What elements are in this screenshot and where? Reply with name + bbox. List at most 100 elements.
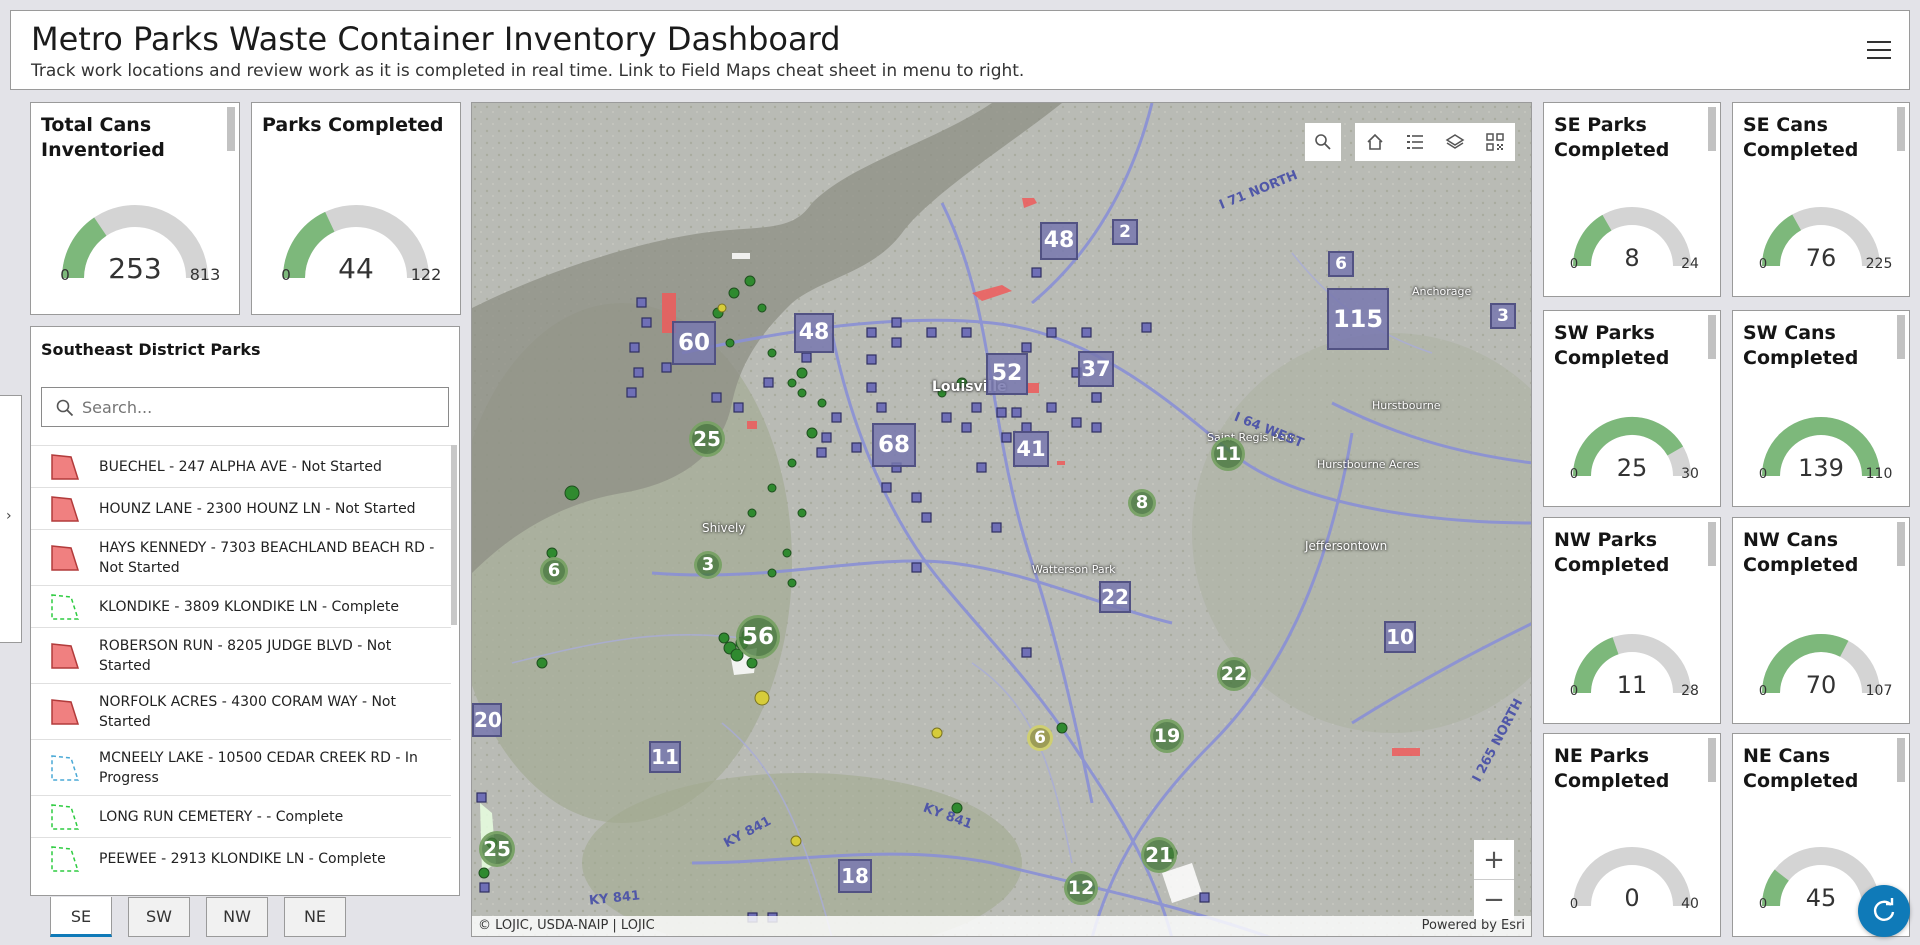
map-cluster[interactable]: 6	[1027, 725, 1053, 751]
search-input[interactable]	[82, 396, 432, 418]
zoom-control: + −	[1474, 840, 1514, 920]
district-gauge-card: SE Cans Completed 76 0 225	[1732, 102, 1910, 297]
list-item-label: ROBERSON RUN - 8205 JUDGE BLVD - Not Sta…	[99, 637, 392, 674]
map-cluster[interactable]: 37	[1078, 351, 1114, 387]
map-cluster[interactable]: 25	[479, 831, 515, 867]
gauge-svg: 11 0 28	[1570, 634, 1699, 699]
gauge-max: 122	[411, 265, 442, 284]
place-label: Watterson Park	[1032, 563, 1116, 576]
map-cluster[interactable]: 68	[872, 423, 916, 467]
map-cluster[interactable]: 3	[1490, 303, 1516, 329]
complete-symbol-icon	[51, 803, 80, 830]
card-scrollbar[interactable]	[1897, 107, 1905, 151]
map-cluster[interactable]: 12	[1064, 871, 1098, 905]
map-widget-toolbar	[1355, 123, 1515, 161]
search-box[interactable]	[41, 387, 449, 427]
gauge-max: 40	[1681, 896, 1699, 912]
district-gauge-card: NW Cans Completed 70 0 107	[1732, 517, 1910, 724]
qr-code-icon[interactable]	[1475, 123, 1515, 161]
refresh-button[interactable]	[1858, 885, 1910, 937]
map-cluster[interactable]: 3	[694, 551, 722, 579]
map-cluster[interactable]: 11	[649, 741, 681, 773]
chevron-right-icon: ›	[6, 508, 12, 524]
map-cluster[interactable]: 115	[1327, 288, 1389, 350]
map-cluster[interactable]: 41	[1013, 431, 1049, 467]
card-scrollbar[interactable]	[227, 107, 235, 151]
place-label: Hurstbourne Acres	[1317, 458, 1420, 471]
gauge-min: 0	[1759, 257, 1767, 272]
card-scrollbar[interactable]	[1708, 315, 1716, 359]
list-item[interactable]: NORFOLK ACRES - 4300 CORAM WAY - Not Sta…	[31, 683, 451, 739]
map-cluster[interactable]: 2	[1112, 219, 1138, 245]
map-cluster[interactable]: 56	[736, 615, 780, 659]
list-item[interactable]: HAYS KENNEDY - 7303 BEACHLAND BEACH RD -…	[31, 529, 451, 585]
map-cluster[interactable]: 8	[1128, 489, 1156, 517]
tab-sw[interactable]: SW	[128, 897, 190, 937]
map-cluster[interactable]: 48	[1040, 222, 1078, 260]
card-scrollbar[interactable]	[1897, 315, 1905, 359]
gauge-svg: 0 0 40	[1570, 847, 1699, 912]
zoom-in-button[interactable]: +	[1474, 840, 1514, 880]
search-icon[interactable]	[1305, 123, 1341, 161]
gauge-value: 45	[1806, 884, 1837, 912]
map-cluster[interactable]: 20	[472, 703, 502, 737]
tab-nw[interactable]: NW	[206, 897, 268, 937]
list-item-label: BUECHEL - 247 ALPHA AVE - Not Started	[99, 458, 382, 475]
gauge-min: 0	[1759, 684, 1767, 699]
map-cluster[interactable]: 6	[540, 557, 568, 585]
side-panel-toggle[interactable]: ›	[0, 395, 22, 643]
map-cluster[interactable]: 19	[1150, 719, 1184, 753]
card-scrollbar[interactable]	[1708, 738, 1716, 782]
tab-ne[interactable]: NE	[284, 897, 346, 937]
list-item[interactable]: BUECHEL - 247 ALPHA AVE - Not Started	[31, 445, 451, 487]
map-basemap	[472, 103, 1531, 936]
gauge-fill	[1762, 869, 1790, 907]
map-cluster[interactable]: 25	[689, 421, 725, 457]
map-cluster[interactable]: 22	[1217, 657, 1251, 691]
card-scrollbar[interactable]	[1708, 522, 1716, 566]
tab-se[interactable]: SE	[50, 897, 112, 937]
place-label: Anchorage	[1412, 285, 1472, 298]
card-title: Total Cans Inventoried	[41, 114, 165, 161]
list-item[interactable]: MCNEELY LAKE - 10500 CEDAR CREEK RD - In…	[31, 739, 451, 795]
map-cluster[interactable]: 22	[1099, 581, 1131, 613]
list-item[interactable]: LONG RUN CEMETERY - - Complete	[31, 795, 451, 837]
list-item[interactable]: ROBERSON RUN - 8205 JUDGE BLVD - Not Sta…	[31, 627, 451, 683]
card-title: NW Parks Completed	[1554, 529, 1670, 576]
gauge-value: 76	[1806, 244, 1837, 272]
layers-icon[interactable]	[1435, 123, 1475, 161]
district-gauge-card: SW Cans Completed 139 0 110	[1732, 310, 1910, 507]
gauge-fill	[283, 211, 335, 279]
list-item[interactable]: KLONDIKE - 3809 KLONDIKE LN - Complete	[31, 585, 451, 627]
map-cluster[interactable]: 52	[986, 353, 1028, 395]
list-scrollbar[interactable]	[451, 445, 457, 625]
list-item[interactable]: PEEWEE - 2913 KLONDIKE LN - Complete	[31, 837, 451, 879]
home-icon[interactable]	[1355, 123, 1395, 161]
legend-icon[interactable]	[1395, 123, 1435, 161]
map-cluster[interactable]: 21	[1141, 837, 1177, 873]
card-scrollbar[interactable]	[1897, 738, 1905, 782]
gauge-value: 25	[1617, 454, 1648, 482]
complete-symbol-icon	[51, 845, 80, 872]
map-cluster[interactable]: 48	[794, 313, 834, 353]
zoom-out-button[interactable]: −	[1474, 880, 1514, 920]
card-scrollbar[interactable]	[1708, 107, 1716, 151]
gauge-min: 0	[1570, 897, 1578, 912]
map-cluster[interactable]: 18	[838, 859, 872, 893]
map-cluster[interactable]: 10	[1384, 621, 1416, 653]
not-started-symbol-icon	[51, 698, 80, 725]
place-label: Hurstbourne	[1372, 399, 1441, 412]
search-icon	[56, 399, 74, 417]
map-cluster[interactable]: 6	[1328, 251, 1354, 277]
card-title: NE Cans Completed	[1743, 745, 1859, 792]
map-cluster[interactable]: 11	[1211, 437, 1245, 471]
list-item[interactable]: HOUNZ LANE - 2300 HOUNZ LN - Not Started	[31, 487, 451, 529]
map-cluster[interactable]: 60	[672, 321, 716, 365]
map-view[interactable]: Louisville Shively Jeffersontown Hurstbo…	[471, 102, 1532, 937]
powered-by-esri[interactable]: Powered by Esri	[1422, 916, 1525, 936]
dashboard-header: Metro Parks Waste Container Inventory Da…	[10, 10, 1910, 90]
card-scrollbar[interactable]	[1897, 522, 1905, 566]
gauge-svg: 8 0 24	[1570, 207, 1699, 272]
gauge: 139 0 110	[1733, 408, 1909, 498]
hamburger-menu-icon[interactable]	[1867, 41, 1891, 63]
